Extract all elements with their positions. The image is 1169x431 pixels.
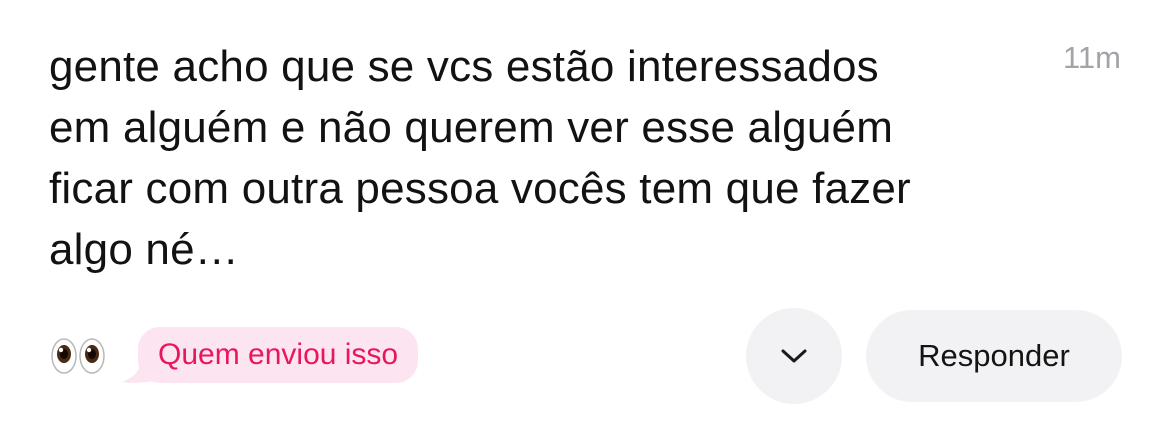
eyes-emoji-icon xyxy=(51,338,105,374)
who-sent-this-label: Quem enviou isso xyxy=(158,338,399,371)
message-line: algo né… xyxy=(49,225,239,274)
reply-button[interactable]: Responder xyxy=(866,310,1122,402)
chevron-down-icon xyxy=(781,349,807,363)
more-options-button[interactable] xyxy=(746,308,842,404)
message-line: ficar com outra pessoa vocês tem que faz… xyxy=(49,164,911,213)
reply-label: Responder xyxy=(918,338,1070,373)
message-line: gente acho que se vcs estão interessados xyxy=(49,42,879,91)
message-text: gente acho que se vcs estão interessados… xyxy=(49,36,1009,280)
message-line: em alguém e não querem ver esse alguém xyxy=(49,103,894,152)
who-sent-this-button[interactable]: Quem enviou isso xyxy=(138,327,419,383)
timestamp: 11m xyxy=(1062,40,1121,75)
